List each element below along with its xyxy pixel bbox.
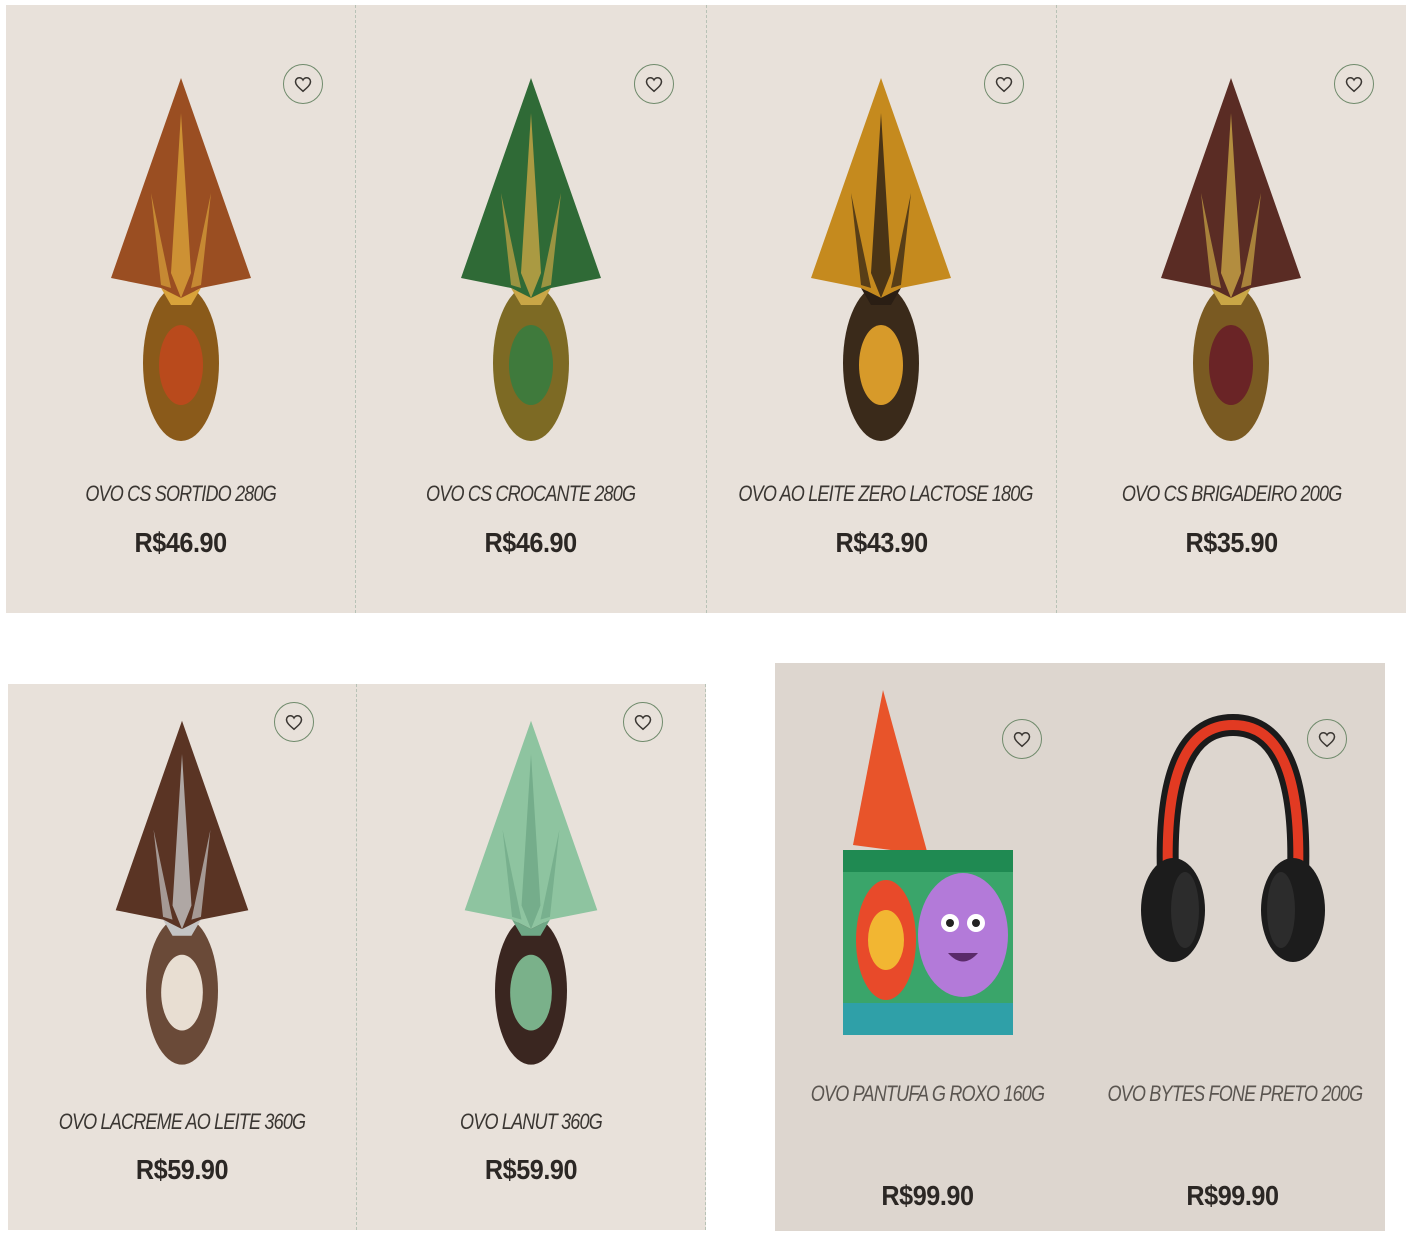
- product-image[interactable]: [91, 73, 271, 453]
- product-row-1: OVO CS SORTIDO 280G R$46.90 OVO CS CROCA…: [6, 5, 1406, 613]
- product-image[interactable]: [92, 716, 272, 1076]
- product-price: R$99.90: [1186, 1180, 1279, 1211]
- product-image[interactable]: [1133, 685, 1333, 1045]
- product-price: R$99.90: [881, 1180, 974, 1211]
- product-price: R$35.90: [1185, 527, 1278, 558]
- product-card[interactable]: OVO CS BRIGADEIRO 200G R$35.90: [1057, 5, 1406, 613]
- heart-icon: [285, 714, 303, 731]
- product-name[interactable]: OVO CS SORTIDO 280G: [37, 481, 323, 507]
- product-price: R$43.90: [835, 527, 928, 558]
- product-card[interactable]: OVO LACREME AO LEITE 360G R$59.90: [8, 684, 357, 1230]
- product-image[interactable]: [828, 685, 1028, 1045]
- favorite-button[interactable]: [274, 702, 314, 742]
- product-card[interactable]: OVO CS SORTIDO 280G R$46.90: [6, 5, 357, 613]
- product-card[interactable]: OVO LANUT 360G R$59.90: [357, 684, 706, 1230]
- heart-icon: [294, 76, 312, 93]
- product-row-2-left: OVO LACREME AO LEITE 360G R$59.90 OVO LA…: [8, 684, 706, 1230]
- product-name[interactable]: OVO BYTES FONE PRETO 200G: [1107, 1081, 1363, 1107]
- product-price: R$59.90: [135, 1154, 229, 1185]
- product-image[interactable]: [441, 716, 621, 1076]
- product-name[interactable]: OVO AO LEITE ZERO LACTOSE 180G: [738, 481, 1033, 507]
- favorite-button[interactable]: [1334, 64, 1374, 104]
- product-card[interactable]: OVO CS CROCANTE 280G R$46.90: [356, 5, 707, 613]
- product-card[interactable]: OVO BYTES FONE PRETO 200G R$99.90: [1080, 663, 1385, 1231]
- favorite-button[interactable]: [623, 702, 663, 742]
- product-price: R$46.90: [484, 527, 578, 558]
- heart-icon: [1345, 76, 1363, 93]
- product-name[interactable]: OVO PANTUFA G ROXO 160G: [802, 1081, 1052, 1107]
- favorite-button[interactable]: [983, 64, 1024, 104]
- product-name[interactable]: OVO LACREME AO LEITE 360G: [39, 1109, 324, 1135]
- product-image[interactable]: [441, 73, 621, 453]
- favorite-button[interactable]: [283, 64, 324, 104]
- product-name[interactable]: OVO LANUT 360G: [388, 1109, 673, 1135]
- product-card[interactable]: OVO PANTUFA G ROXO 160G R$99.90: [775, 663, 1080, 1231]
- product-price: R$46.90: [134, 527, 228, 558]
- favorite-button[interactable]: [633, 64, 674, 104]
- product-card[interactable]: OVO AO LEITE ZERO LACTOSE 180G R$43.90: [707, 5, 1057, 613]
- heart-icon: [645, 76, 663, 93]
- heart-icon: [995, 76, 1013, 93]
- product-row-2-right: OVO PANTUFA G ROXO 160G R$99.90 OVO BYTE…: [775, 663, 1385, 1231]
- product-name[interactable]: OVO CS BRIGADEIRO 200G: [1088, 481, 1374, 507]
- product-image[interactable]: [791, 73, 971, 453]
- product-name[interactable]: OVO CS CROCANTE 280G: [388, 481, 674, 507]
- product-price: R$59.90: [484, 1154, 578, 1185]
- product-image[interactable]: [1141, 73, 1321, 453]
- heart-icon: [634, 714, 652, 731]
